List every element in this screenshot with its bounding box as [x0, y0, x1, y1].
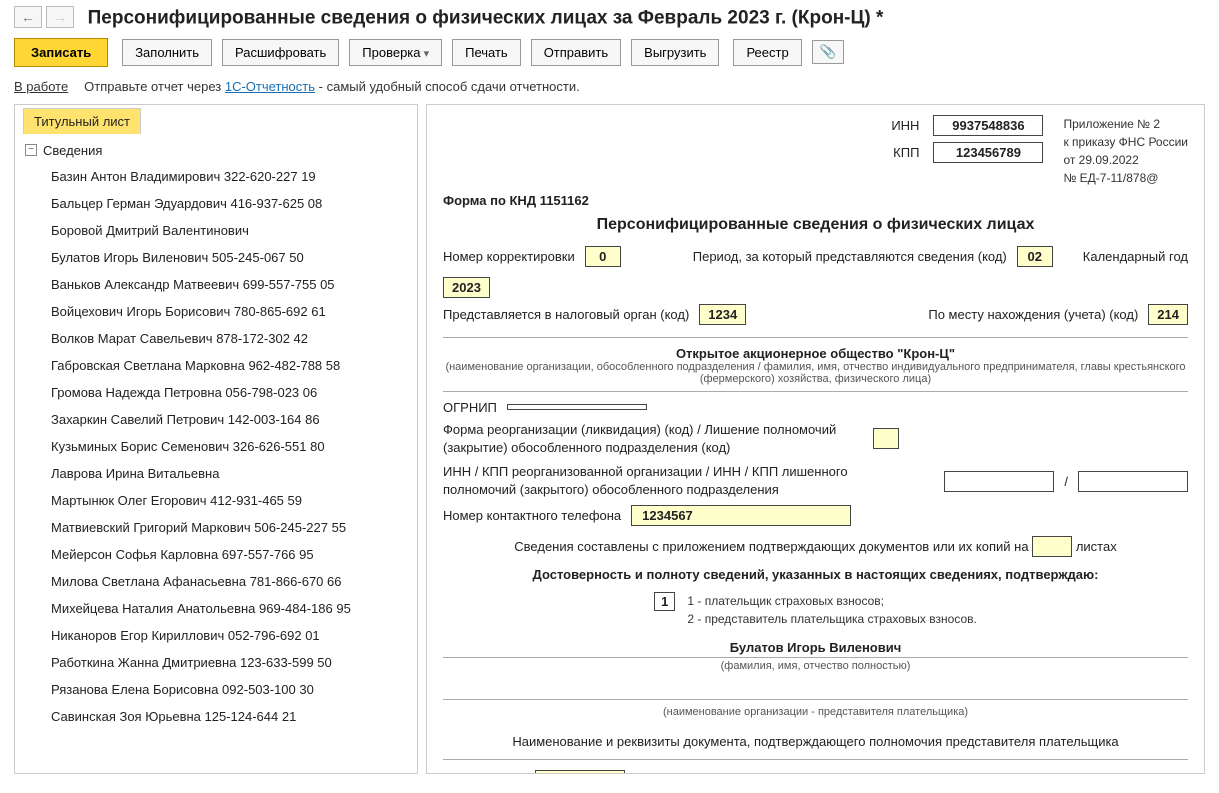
kpp-label: КПП [893, 145, 919, 160]
sidebar: Титульный лист − Сведения Базин Антон Вл… [14, 104, 418, 774]
person-item[interactable]: Волков Марат Савельевич 878-172-302 42 [21, 325, 411, 352]
attach-button[interactable]: 📎 [812, 40, 845, 64]
person-item[interactable]: Матвиевский Григорий Маркович 506-245-22… [21, 514, 411, 541]
person-item[interactable]: Лаврова Ирина Витальевна [21, 460, 411, 487]
person-item[interactable]: Милова Светлана Афанасьевна 781-866-670 … [21, 568, 411, 595]
place-input[interactable]: 214 [1148, 304, 1188, 325]
ogrnip-input[interactable] [507, 404, 647, 410]
paperclip-icon: 📎 [820, 44, 837, 59]
signer-legend: 1 - плательщик страховых взносов; 2 - пр… [687, 592, 976, 628]
inn-label: ИНН [891, 118, 919, 133]
person-item[interactable]: Никаноров Егор Кириллович 052-796-692 01 [21, 622, 411, 649]
person-item[interactable]: Войцехович Игорь Борисович 780-865-692 6… [21, 298, 411, 325]
org-hint: (наименование организации, обособленного… [443, 361, 1188, 392]
period-input[interactable]: 02 [1017, 246, 1053, 267]
status-link[interactable]: В работе [14, 79, 68, 94]
rep-org-line [443, 682, 1188, 700]
ogrnip-label: ОГРНИП [443, 400, 497, 415]
phone-input[interactable]: 1234567 [631, 505, 851, 526]
tab-title-page[interactable]: Титульный лист [23, 108, 141, 134]
reorg-code-input[interactable] [873, 428, 899, 449]
fill-button[interactable]: Заполнить [122, 39, 212, 66]
export-button[interactable]: Выгрузить [631, 39, 719, 66]
doc-label: Наименование и реквизиты документа, подт… [443, 734, 1188, 749]
form-title: Персонифицированные сведения о физически… [443, 216, 1188, 234]
place-label: По месту нахождения (учета) (код) [928, 307, 1138, 322]
person-item[interactable]: Захаркин Савелий Петрович 142-003-164 86 [21, 406, 411, 433]
person-item[interactable]: Мейерсон Софья Карловна 697-557-766 95 [21, 541, 411, 568]
person-item[interactable]: Базин Антон Владимирович 322-620-227 19 [21, 163, 411, 190]
nav-back-button[interactable]: ← [14, 6, 42, 28]
inn-value[interactable]: 9937548836 [933, 115, 1043, 136]
page-title: Персонифицированные сведения о физически… [88, 8, 884, 29]
tree-section-label: Сведения [43, 143, 102, 158]
form-area: ИНН 9937548836 КПП 123456789 Приложение № … [426, 104, 1205, 774]
correction-input[interactable]: 0 [585, 246, 621, 267]
person-item[interactable]: Громова Надежда Петровна 056-798-023 06 [21, 379, 411, 406]
check-dropdown[interactable]: Проверка [349, 39, 442, 66]
person-item[interactable]: Работкина Жанна Дмитриевна 123-633-599 5… [21, 649, 411, 676]
signer-code-input[interactable]: 1 [654, 592, 675, 611]
person-item[interactable]: Кузьминых Борис Семенович 326-626-551 80 [21, 433, 411, 460]
year-input[interactable]: 2023 [443, 277, 490, 298]
sheets-pre: Сведения составлены с приложением подтве… [514, 539, 1028, 554]
rep-org-hint: (наименование организации - представител… [443, 704, 1188, 724]
sheets-input[interactable] [1032, 536, 1072, 557]
tax-org-input[interactable]: 1234 [699, 304, 746, 325]
decrypt-button[interactable]: Расшифровать [222, 39, 339, 66]
phone-label: Номер контактного телефона [443, 508, 621, 523]
tax-org-label: Представляется в налоговый орган (код) [443, 307, 689, 322]
collapse-icon: − [25, 144, 37, 156]
reorg-inn-input[interactable] [944, 471, 1054, 492]
status-hint: Отправьте отчет через 1С-Отчетность - са… [84, 79, 580, 94]
person-item[interactable]: Бальцер Герман Эдуардович 416-937-625 08 [21, 190, 411, 217]
print-button[interactable]: Печать [452, 39, 521, 66]
nav-forward-button[interactable]: → [46, 6, 74, 28]
signer-name: Булатов Игорь Виленович [443, 636, 1188, 658]
correction-label: Номер корректировки [443, 249, 575, 264]
year-label: Календарный год [1083, 249, 1188, 264]
org-name: Открытое акционерное общество "Крон-Ц" [443, 337, 1188, 361]
period-label: Период, за который представляются сведен… [693, 249, 1007, 264]
sheets-post: листах [1076, 539, 1117, 554]
reorg-label: Форма реорганизации (ликвидация) (код) /… [443, 421, 863, 457]
send-button[interactable]: Отправить [531, 39, 621, 66]
confirm-text: Достоверность и полноту сведений, указан… [443, 567, 1188, 582]
reorg-innkpp-label: ИНН / КПП реорганизованной организации /… [443, 463, 863, 499]
person-item[interactable]: Михейцева Наталия Анатольевна 969-484-18… [21, 595, 411, 622]
reporting-link[interactable]: 1С-Отчетность [225, 79, 315, 94]
person-item[interactable]: Ваньков Александр Матвеевич 699-557-755 … [21, 271, 411, 298]
appendix-info: Приложение № 2 к приказу ФНС России от 2… [1063, 115, 1188, 187]
form-code: Форма по КНД 1151162 [443, 193, 1188, 208]
person-item[interactable]: Рязанова Елена Борисовна 092-503-100 30 [21, 676, 411, 703]
tree-section-toggle[interactable]: − Сведения [21, 138, 411, 163]
person-item[interactable]: Савинская Зоя Юрьевна 125-124-644 21 [21, 703, 411, 730]
kpp-value[interactable]: 123456789 [933, 142, 1043, 163]
save-button[interactable]: Записать [14, 38, 108, 67]
sign-date-input[interactable]: 14.03.2023 [535, 770, 625, 773]
person-item[interactable]: Боровой Дмитрий Валентинович [21, 217, 411, 244]
registry-button[interactable]: Реестр [733, 39, 801, 66]
reorg-kpp-input[interactable] [1078, 471, 1188, 492]
person-item[interactable]: Габровская Светлана Марковна 962-482-788… [21, 352, 411, 379]
person-item[interactable]: Булатов Игорь Виленович 505-245-067 50 [21, 244, 411, 271]
signer-hint: (фамилия, имя, отчество полностью) [443, 658, 1188, 678]
person-item[interactable]: Мартынюк Олег Егорович 412-931-465 59 [21, 487, 411, 514]
